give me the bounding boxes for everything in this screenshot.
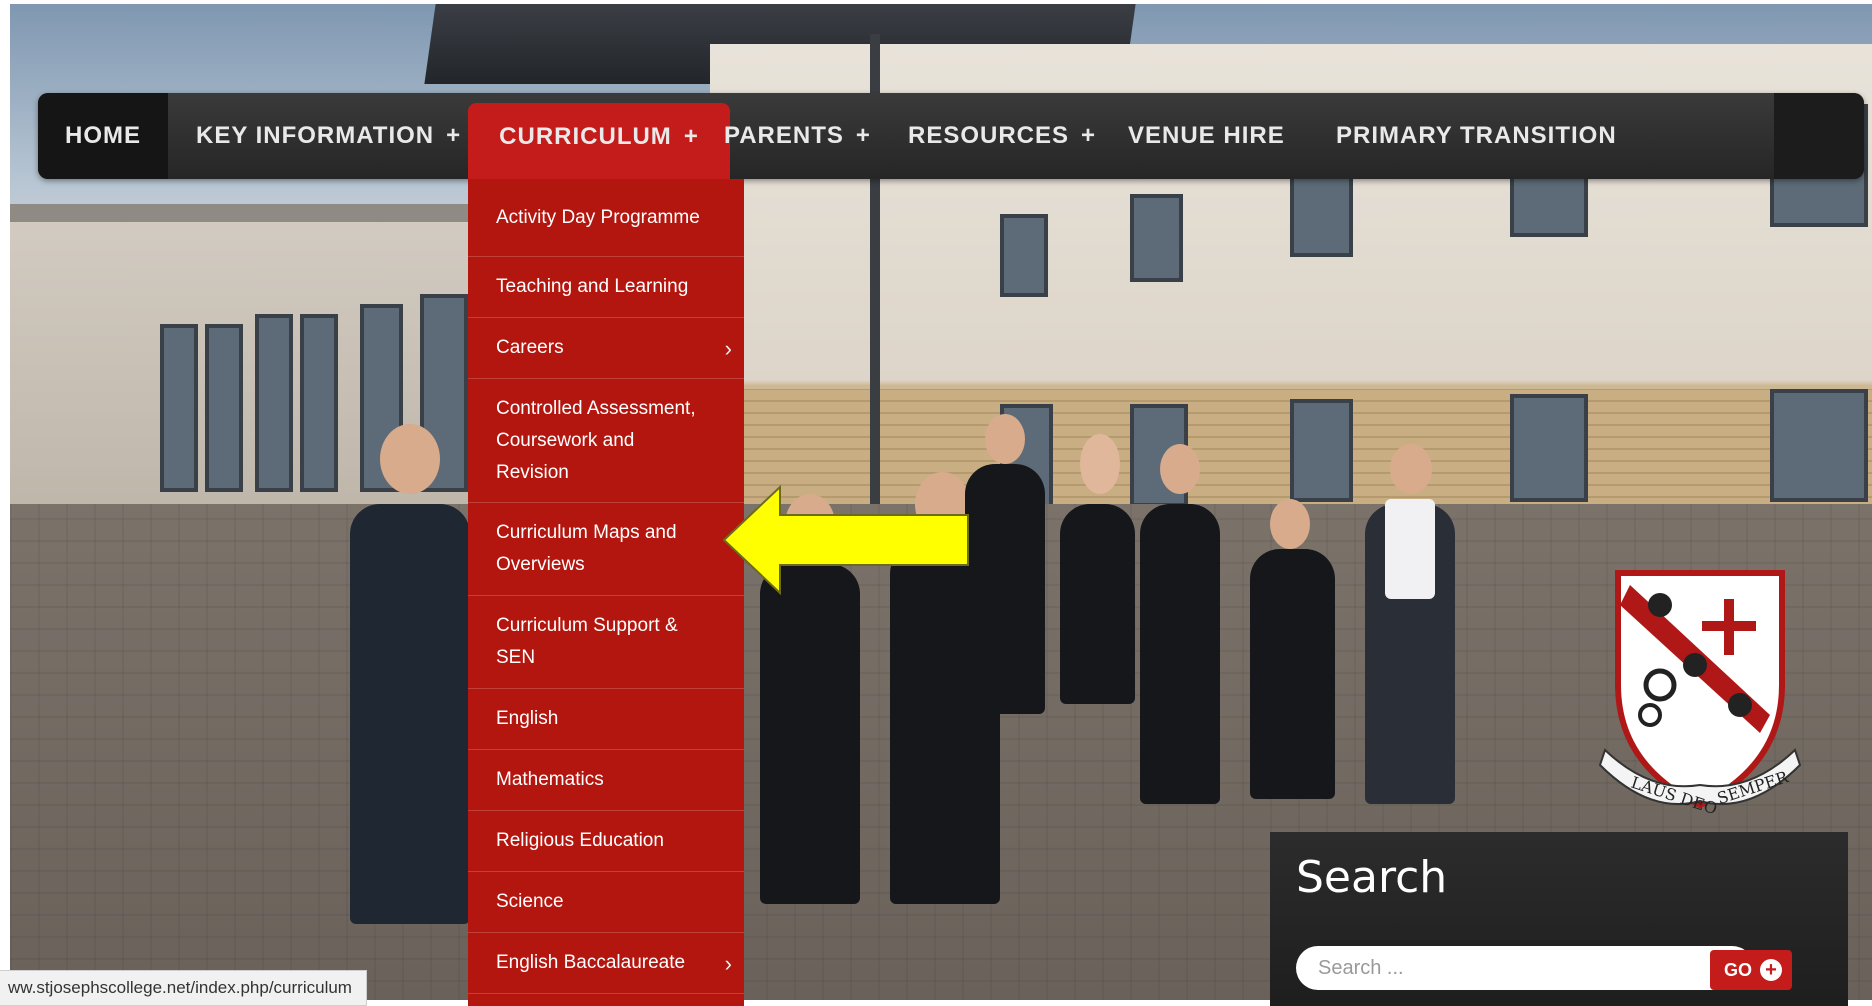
nav-key-information[interactable]: KEY INFORMATION + [196,93,461,179]
status-bar-url: ww.stjosephscollege.net/index.php/curric… [0,970,367,1006]
search-input[interactable] [1296,946,1754,990]
chevron-right-icon: › [724,336,732,361]
yellow-arrow-icon [722,485,969,595]
nav-curriculum-label: CURRICULUM [499,123,672,150]
nav-parents-label: PARENTS [724,122,844,149]
plus-icon: + [1081,122,1097,149]
plus-circle-icon: + [1760,959,1782,981]
dropdown-item-label: English Baccalaureate [496,952,686,973]
dropdown-item-controlled-assessment[interactable]: Controlled Assessment, Coursework and Re… [468,379,744,503]
plus-icon: + [683,123,699,150]
dropdown-item-careers[interactable]: Careers › [468,318,744,379]
nav-home[interactable]: HOME [38,93,168,179]
dropdown-item-label: Curriculum Support & SEN [496,615,678,668]
nav-primary-transition[interactable]: PRIMARY TRANSITION [1336,93,1617,179]
dropdown-item-label: English [496,708,559,729]
dropdown-item-religious-education[interactable]: Religious Education [468,811,744,872]
chevron-right-icon: › [724,951,732,976]
dropdown-item-mathematics[interactable]: Mathematics [468,750,744,811]
plus-icon: + [446,122,462,149]
nav-resources[interactable]: RESOURCES + [908,93,1096,179]
dropdown-item-label: Mathematics [496,769,604,790]
nav-home-label: HOME [65,122,141,149]
dropdown-item-english[interactable]: English [468,689,744,750]
go-button-label: GO [1724,960,1753,980]
nav-resources-label: RESOURCES [908,122,1070,149]
search-go-button[interactable]: GO + [1710,950,1792,990]
school-crest-logo: LAUS DEO SEMPER [1598,570,1802,818]
dropdown-item-curriculum-support-sen[interactable]: Curriculum Support & SEN [468,596,744,689]
dropdown-item-activity-day[interactable]: Activity Day Programme [468,179,744,257]
dropdown-item-label: Religious Education [496,830,664,851]
nav-key-information-label: KEY INFORMATION [196,122,435,149]
dropdown-item-label: Careers [496,337,564,358]
dropdown-item-label: Activity Day Programme [496,207,700,228]
nav-right-block [1774,93,1864,179]
search-panel: Search GO + [1270,832,1848,1006]
nav-venue-hire[interactable]: VENUE HIRE [1128,93,1285,179]
dropdown-item-science[interactable]: Science [468,872,744,933]
nav-primary-transition-label: PRIMARY TRANSITION [1336,122,1617,149]
nav-curriculum[interactable]: CURRICULUM + [468,103,730,189]
dropdown-item-label: Controlled Assessment, Coursework and Re… [496,398,696,483]
dropdown-item-label: Teaching and Learning [496,276,689,297]
dropdown-item-label: Curriculum Maps and Overviews [496,522,677,575]
dropdown-item-curriculum-maps[interactable]: Curriculum Maps and Overviews [468,503,744,596]
plus-icon: + [855,122,871,149]
search-title: Search [1296,852,1448,903]
dropdown-item-english-baccalaureate[interactable]: English Baccalaureate › [468,933,744,994]
nav-parents[interactable]: PARENTS + [724,93,871,179]
dropdown-item-label: Science [496,891,564,912]
main-navbar: HOME KEY INFORMATION + CURRICULUM + PARENT… [38,93,1864,189]
dropdown-item-teaching-learning[interactable]: Teaching and Learning [468,257,744,318]
nav-venue-hire-label: VENUE HIRE [1128,122,1285,149]
curriculum-dropdown: Activity Day Programme Teaching and Lear… [468,179,744,1006]
